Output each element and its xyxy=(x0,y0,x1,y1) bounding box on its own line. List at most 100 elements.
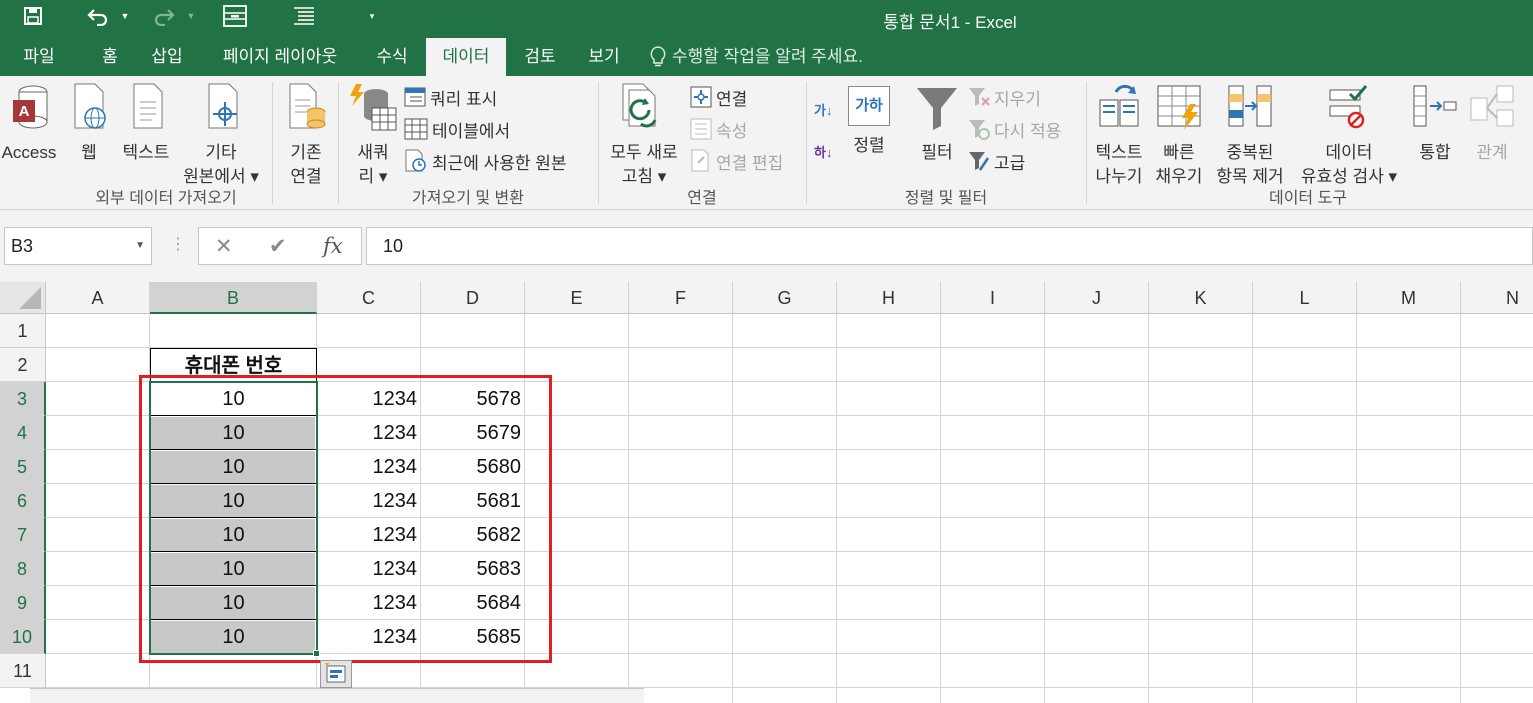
remove-dup-label-1: 중복된 xyxy=(1226,143,1274,162)
name-box-value: B3 xyxy=(11,236,34,256)
row-header-6[interactable]: 6 xyxy=(0,484,46,518)
quick-analysis-icon xyxy=(325,663,346,683)
row-header-1[interactable]: 1 xyxy=(0,314,46,348)
connections-icon xyxy=(690,86,712,108)
from-text-button[interactable]: 텍스트 xyxy=(116,82,176,165)
name-box[interactable]: B3 ▼ xyxy=(4,227,152,265)
tab-page-layout[interactable]: 페이지 레이아웃 xyxy=(206,38,354,76)
reapply-button[interactable]: 다시 적용 xyxy=(968,116,1061,142)
row-header-2[interactable]: 2 xyxy=(0,348,46,382)
cancel-icon[interactable]: ✕ xyxy=(215,234,233,259)
flash-fill-button[interactable]: 빠른 채우기 xyxy=(1150,82,1208,189)
worksheet-grid[interactable]: ABCDEFGHIJKLMN 1 2 3 4 5 6 7 8 9 10 11 휴대폰 번호 10 123… xyxy=(0,282,1533,703)
row-header-7[interactable]: 7 xyxy=(0,518,46,552)
relationships-button[interactable]: 관계 xyxy=(1466,82,1518,165)
properties-icon xyxy=(690,118,712,140)
from-web-button[interactable]: 웹 xyxy=(66,82,112,165)
column-header-j[interactable]: J xyxy=(1045,282,1149,314)
tab-review[interactable]: 검토 xyxy=(512,38,568,76)
grid-vline xyxy=(1356,314,1357,703)
advanced-filter-button[interactable]: 고급 xyxy=(968,148,1025,174)
connections-label: 연결 xyxy=(716,89,748,109)
refresh-all-button[interactable]: 모두 새로 고침 ▾ xyxy=(602,82,686,189)
ribbon-tabs: 파일 홈 삽입 페이지 레이아웃 수식 데이터 검토 보기 수행할 작업을 알려… xyxy=(0,38,1533,76)
consolidate-button[interactable]: 통합 xyxy=(1406,82,1464,165)
refresh-label-1: 모두 새로 xyxy=(610,143,678,162)
name-box-dropdown-icon[interactable]: ▼ xyxy=(135,228,145,264)
tab-view[interactable]: 보기 xyxy=(576,38,632,76)
text-to-columns-label-1: 텍스트 xyxy=(1095,143,1143,162)
column-header-c[interactable]: C xyxy=(317,282,421,314)
tab-insert[interactable]: 삽입 xyxy=(140,38,194,76)
grid-vline xyxy=(1252,314,1253,703)
tell-me-box[interactable]: 수행할 작업을 알려 주세요. xyxy=(650,38,863,76)
tab-file[interactable]: 파일 xyxy=(8,38,70,76)
row-header-5[interactable]: 5 xyxy=(0,450,46,484)
new-query-button[interactable]: 새쿼 리 ▾ xyxy=(344,82,402,189)
text-label: 텍스트 xyxy=(122,143,170,162)
sort-descending-button[interactable]: 하↓ xyxy=(814,138,832,164)
sheet-tab-strip xyxy=(30,688,644,703)
column-header-f[interactable]: F xyxy=(629,282,733,314)
sort-button[interactable]: 가하 정렬 xyxy=(844,86,894,158)
show-queries-button[interactable]: 쿼리 표시 xyxy=(404,84,497,110)
filter-button[interactable]: 필터 xyxy=(912,82,962,165)
clear-filter-button[interactable]: 지우기 xyxy=(968,84,1041,110)
formula-bar-grip-icon[interactable]: ⋮ xyxy=(170,234,186,254)
data-validation-button[interactable]: 데이터 유효성 검사 ▾ xyxy=(1294,82,1404,189)
column-header-h[interactable]: H xyxy=(837,282,941,314)
from-access-button[interactable]: A Access xyxy=(0,82,58,165)
access-icon: A xyxy=(13,85,48,129)
formula-bar: B3 ▼ ⋮ ✕ ✔ fx 10 xyxy=(0,210,1533,282)
window-title: 통합 문서1 - Excel xyxy=(883,13,1017,32)
properties-button[interactable]: 속성 xyxy=(690,116,747,142)
quick-analysis-button[interactable] xyxy=(320,660,352,688)
select-all-button[interactable] xyxy=(0,282,46,314)
title-bar: ▼ ▼ ▾ 통합 문서1 - Excel xyxy=(0,0,1533,38)
formula-input[interactable]: 10 xyxy=(366,227,1533,265)
row-header-9[interactable]: 9 xyxy=(0,586,46,620)
tell-me-text: 수행할 작업을 알려 주세요. xyxy=(672,47,863,66)
insert-function-icon[interactable]: fx xyxy=(323,234,343,258)
row-header-10[interactable]: 10 xyxy=(0,620,46,654)
column-header-n[interactable]: N xyxy=(1461,282,1533,314)
column-header-m[interactable]: M xyxy=(1357,282,1461,314)
flash-fill-label-1: 빠른 xyxy=(1163,143,1195,162)
column-header-b[interactable]: B xyxy=(150,282,317,314)
text-to-columns-button[interactable]: 텍스트 나누기 xyxy=(1090,82,1148,189)
ribbon: A Access 웹 텍스트 기타 원본에서 ▾ 기존 연결 외부 데이터 가져… xyxy=(0,76,1533,210)
from-table-button[interactable]: 테이블에서 xyxy=(404,116,510,142)
group-label-data-tools: 데이터 도구 xyxy=(1268,190,1348,207)
recent-sources-button[interactable]: 최근에 사용한 원본 xyxy=(404,148,567,174)
grid-vline xyxy=(1044,314,1045,703)
row-header-8[interactable]: 8 xyxy=(0,552,46,586)
connections-button[interactable]: 연결 xyxy=(690,84,747,110)
row-header-11[interactable]: 11 xyxy=(0,654,46,688)
row-header-4[interactable]: 4 xyxy=(0,416,46,450)
tab-data[interactable]: 데이터 xyxy=(426,38,506,76)
column-header-d[interactable]: D xyxy=(421,282,525,314)
group-separator xyxy=(338,82,339,204)
row-header-3[interactable]: 3 xyxy=(0,382,46,416)
group-label-get-external: 외부 데이터 가져오기 xyxy=(95,190,237,207)
tab-home[interactable]: 홈 xyxy=(90,38,130,76)
tab-formulas[interactable]: 수식 xyxy=(364,38,420,76)
existing-connections-button[interactable]: 기존 연결 xyxy=(280,82,332,189)
grid-vline xyxy=(1148,314,1149,703)
remove-duplicates-button[interactable]: 중복된 항목 제거 xyxy=(1210,82,1290,189)
grid-vline xyxy=(836,314,837,703)
sort-ascending-button[interactable]: 가↓ xyxy=(814,96,832,122)
group-separator xyxy=(598,82,599,204)
edit-links-button[interactable]: 연결 편집 xyxy=(690,148,783,174)
data-validation-icon xyxy=(1329,85,1368,129)
column-header-l[interactable]: L xyxy=(1253,282,1357,314)
column-header-e[interactable]: E xyxy=(525,282,629,314)
column-header-a[interactable]: A xyxy=(46,282,150,314)
other-label-1: 기타 xyxy=(205,143,237,162)
column-header-k[interactable]: K xyxy=(1149,282,1253,314)
column-header-g[interactable]: G xyxy=(733,282,837,314)
reapply-icon xyxy=(969,120,990,140)
column-header-i[interactable]: I xyxy=(941,282,1045,314)
from-other-sources-button[interactable]: 기타 원본에서 ▾ xyxy=(176,82,266,189)
enter-icon[interactable]: ✔ xyxy=(269,234,287,259)
